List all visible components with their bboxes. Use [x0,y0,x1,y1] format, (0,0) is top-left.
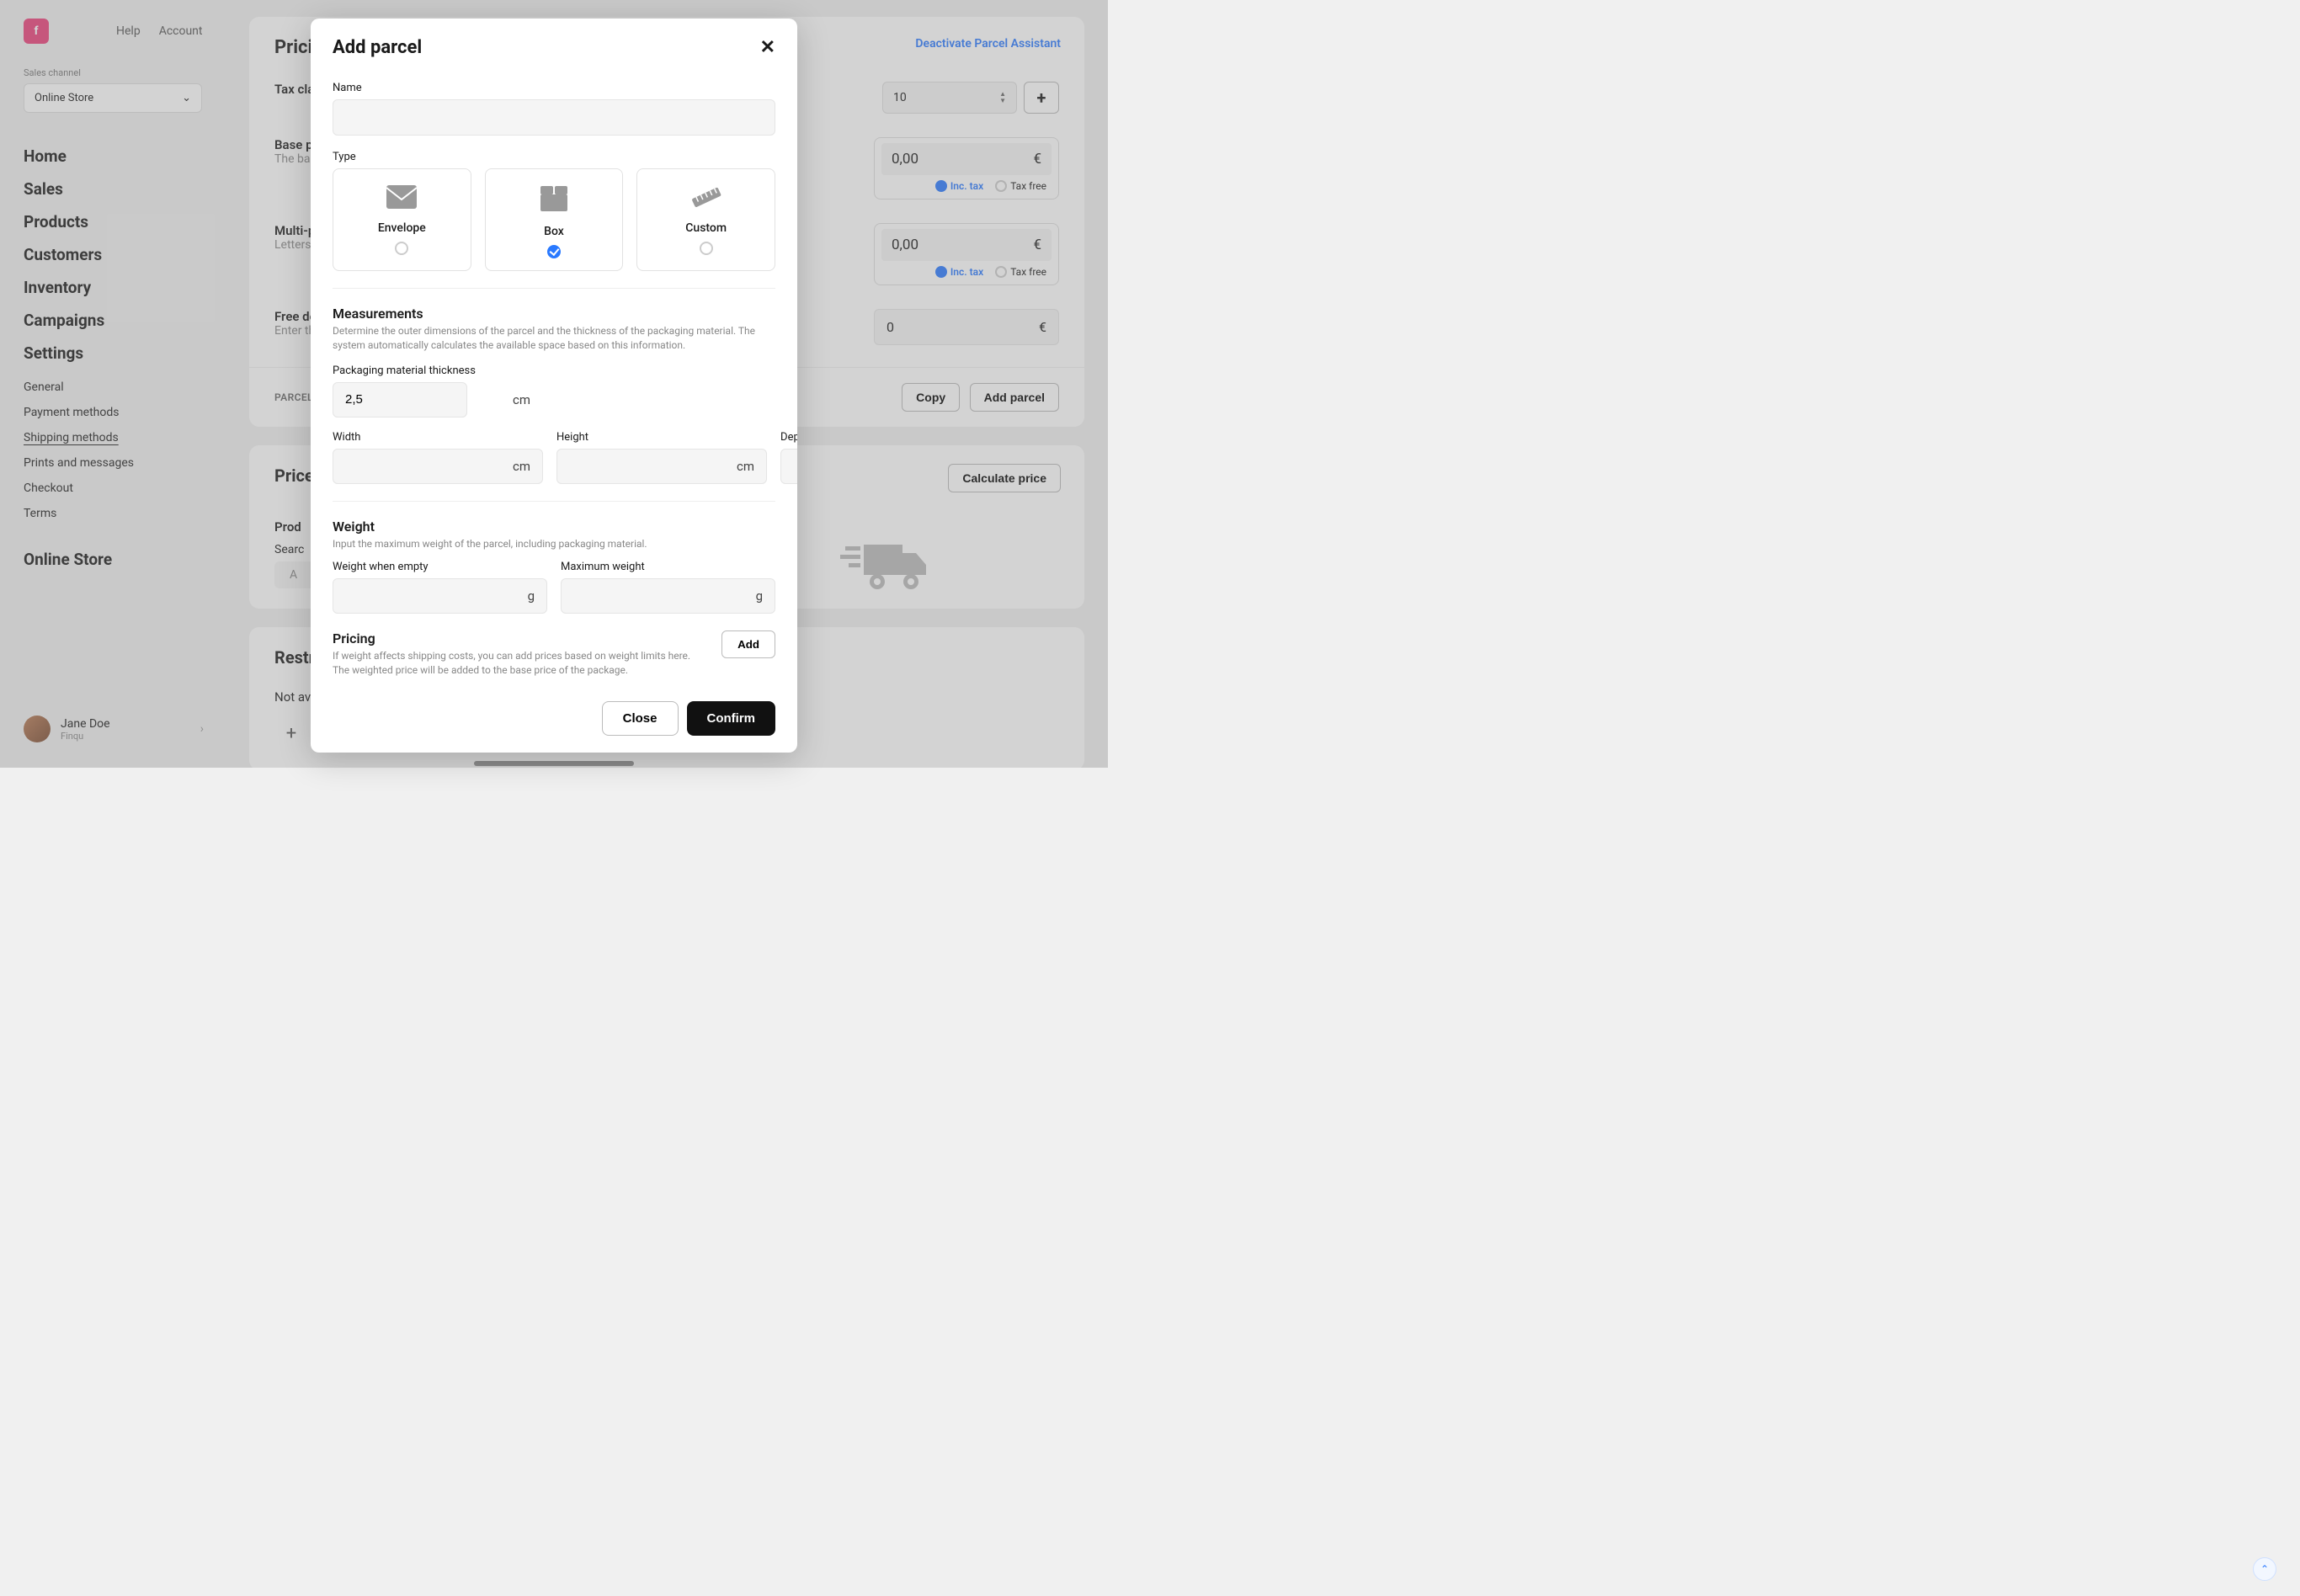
scroll-top-fab[interactable]: ⌃ [2253,1557,2276,1581]
name-input[interactable] [333,99,775,136]
pricing-add-button[interactable]: Add [721,630,775,658]
chevron-up-icon: ⌃ [2260,1563,2269,1575]
weight-title: Weight [333,519,775,535]
max-weight-input[interactable] [573,589,756,604]
thickness-label: Packaging material thickness [333,364,775,377]
thickness-input-wrapper: cm [333,382,467,418]
weight-empty-input[interactable] [345,589,528,604]
add-parcel-modal: Add parcel ✕ Name Type Envelope [311,19,797,753]
confirm-button[interactable]: Confirm [687,701,776,736]
close-button[interactable]: Close [602,701,679,736]
width-input[interactable] [345,459,513,473]
modal-title: Add parcel [333,37,422,58]
measurements-desc: Determine the outer dimensions of the pa… [333,324,775,353]
radio-icon [700,242,713,255]
radio-icon [395,242,408,255]
type-option-custom[interactable]: Custom [636,168,775,271]
depth-label: Depth [780,431,797,444]
type-option-box[interactable]: Box [485,168,624,271]
height-input[interactable] [569,459,737,473]
pricing-title: Pricing [333,630,708,646]
scrollbar[interactable] [474,761,634,766]
type-option-envelope[interactable]: Envelope [333,168,471,271]
weight-desc: Input the maximum weight of the parcel, … [333,537,775,551]
type-label: Type [333,151,775,163]
height-label: Height [556,431,767,444]
envelope-icon [342,184,462,216]
box-icon [494,184,615,220]
unit-label: cm [513,392,530,407]
measurements-title: Measurements [333,306,775,322]
ruler-icon [646,184,766,216]
thickness-input[interactable] [345,392,513,407]
max-weight-label: Maximum weight [561,561,775,573]
close-icon[interactable]: ✕ [760,37,775,58]
type-custom-label: Custom [646,221,766,235]
type-envelope-label: Envelope [342,221,462,235]
width-label: Width [333,431,543,444]
pricing-desc: If weight affects shipping costs, you ca… [333,649,708,678]
weight-empty-label: Weight when empty [333,561,547,573]
type-box-label: Box [494,225,615,238]
radio-icon [547,245,561,258]
depth-input[interactable] [793,459,797,473]
modal-overlay: Add parcel ✕ Name Type Envelope [0,0,1108,768]
name-label: Name [333,82,775,94]
